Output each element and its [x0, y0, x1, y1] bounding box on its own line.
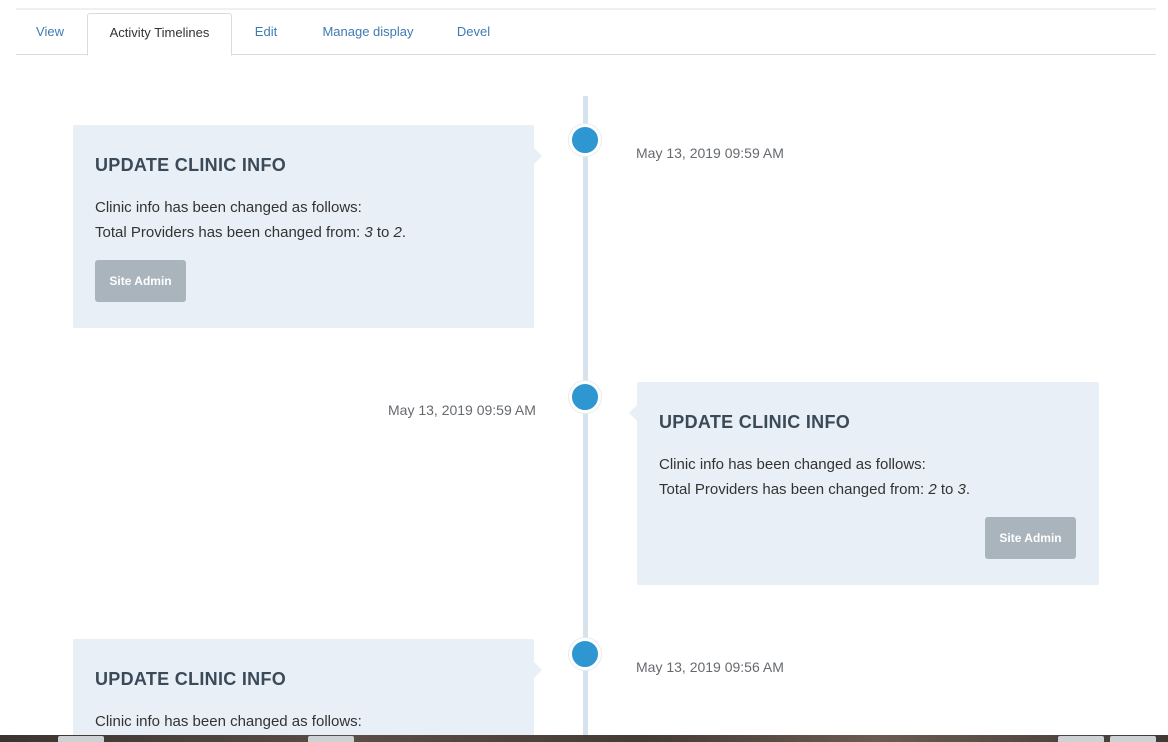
period: . — [965, 481, 971, 498]
taskbar-item[interactable] — [308, 736, 354, 742]
taskbar-item[interactable] — [1110, 736, 1156, 742]
card-title: UPDATE CLINIC INFO — [95, 669, 287, 689]
card-body: Clinic info has been changed as follows: — [95, 709, 362, 734]
old-value: 2 — [928, 481, 937, 498]
card-body: Clinic info has been changed as follows:… — [659, 452, 970, 502]
timestamp: May 13, 2019 09:56 AM — [636, 659, 784, 675]
card-line-2: Total Providers has been changed from: 2… — [659, 477, 970, 502]
taskbar-item[interactable] — [1058, 736, 1104, 742]
card-title: UPDATE CLINIC INFO — [659, 412, 851, 432]
timeline-marker — [569, 638, 601, 670]
card-title: UPDATE CLINIC INFO — [95, 155, 287, 175]
timestamp: May 13, 2019 09:59 AM — [636, 145, 784, 161]
timeline-card: UPDATE CLINIC INFO Clinic info has been … — [73, 639, 542, 742]
timeline-marker — [569, 381, 601, 413]
change-label: Total Providers has been changed from: — [95, 224, 365, 241]
tab-manage-display[interactable]: Manage display — [312, 13, 424, 55]
card-line-2: Total Providers has been changed from: 3… — [95, 220, 406, 245]
card-line-1: Clinic info has been changed as follows: — [659, 456, 926, 473]
timeline-card: UPDATE CLINIC INFO Clinic info has been … — [629, 382, 1099, 585]
card-line-1: Clinic info has been changed as follows: — [95, 713, 362, 730]
new-value: 3 — [957, 481, 966, 498]
timeline-marker — [569, 124, 601, 156]
tab-bar: View Activity Timelines Edit Manage disp… — [16, 13, 1156, 56]
to-word: to — [936, 481, 958, 498]
period: . — [401, 224, 407, 241]
timestamp: May 13, 2019 09:59 AM — [388, 402, 536, 418]
taskbar-strip — [0, 735, 1168, 742]
site-admin-button[interactable]: Site Admin — [985, 517, 1076, 559]
change-label: Total Providers has been changed from: — [659, 481, 929, 498]
tab-activity-timelines[interactable]: Activity Timelines — [87, 13, 232, 56]
card-body: Clinic info has been changed as follows:… — [95, 195, 406, 245]
tab-view[interactable]: View — [16, 13, 84, 55]
card-line-1: Clinic info has been changed as follows: — [95, 199, 362, 216]
taskbar-item[interactable] — [58, 736, 104, 742]
site-admin-button[interactable]: Site Admin — [95, 260, 186, 302]
top-divider — [16, 8, 1156, 10]
tab-edit[interactable]: Edit — [241, 13, 291, 55]
timeline-card: UPDATE CLINIC INFO Clinic info has been … — [73, 125, 542, 328]
old-value: 3 — [364, 224, 373, 241]
new-value: 2 — [393, 224, 402, 241]
to-word: to — [372, 224, 394, 241]
tab-devel[interactable]: Devel — [446, 13, 501, 55]
